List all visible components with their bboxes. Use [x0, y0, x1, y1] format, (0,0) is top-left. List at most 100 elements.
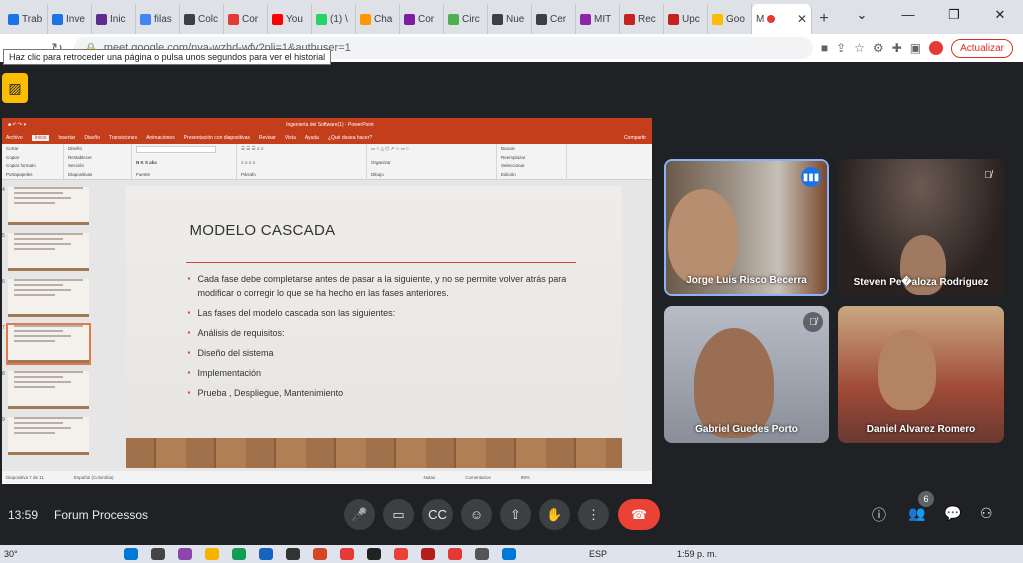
slide-thumbnail[interactable]: 6	[2, 279, 89, 317]
leave-call-button[interactable]: ☎	[618, 499, 660, 530]
activities-icon[interactable]: ⚇	[980, 505, 993, 522]
ppt-menu-item[interactable]: Archivo	[6, 135, 23, 141]
system-clock[interactable]: 1:59 p. m.	[677, 549, 717, 559]
mic-button[interactable]: 🎤	[344, 499, 375, 530]
app-icon[interactable]	[367, 548, 381, 560]
browser-tab[interactable]: Cor	[400, 4, 444, 34]
ppt-menu-item[interactable]: Insertar	[58, 135, 75, 141]
browser-tab[interactable]: Nue	[488, 4, 532, 34]
restore-icon[interactable]: ❐	[931, 0, 977, 30]
ribbon-replace[interactable]: Reemplazar	[501, 155, 562, 160]
start-icon[interactable]	[124, 548, 138, 560]
chrome-icon[interactable]	[394, 548, 408, 560]
active-tab[interactable]: M ✕	[752, 4, 812, 34]
puzzle-icon[interactable]: ✚	[892, 41, 902, 55]
participant-tile[interactable]: 🎙̸ Steven Pe�aloza Rodriguez	[838, 159, 1004, 296]
shapes-gallery[interactable]: ▭ ○ △ ⬠ ↗ ☆ ▭ ○	[371, 146, 492, 152]
slide-thumbnail[interactable]: 4	[2, 187, 89, 225]
ribbon-select[interactable]: Seleccionar	[501, 163, 562, 168]
slide-thumbnail[interactable]: 7	[2, 323, 91, 365]
close-tab-icon[interactable]: ✕	[797, 12, 807, 26]
ppt-menu-item[interactable]: Animaciones	[146, 135, 175, 141]
browser-tab[interactable]: (1) \	[312, 4, 356, 34]
ribbon-layout[interactable]: Diseño	[68, 146, 127, 151]
camera-off-icon[interactable]: ▨	[2, 73, 28, 103]
comments-button[interactable]: Comentarios	[465, 475, 491, 480]
ppt-menu-item[interactable]: ¿Qué desea hacer?	[328, 135, 372, 141]
weather-widget[interactable]: 30°	[4, 549, 124, 559]
browser-tab[interactable]: Upc	[664, 4, 708, 34]
captions-button[interactable]: CC	[422, 499, 453, 530]
participant-tile[interactable]: ▮▮▮ Jorge Luis Risco Becerra	[664, 159, 829, 296]
ppt-share-button[interactable]: Compartir	[624, 135, 646, 141]
browser-tab[interactable]: Circ	[444, 4, 488, 34]
share-page-icon[interactable]: ⇪	[836, 41, 846, 55]
slide-thumbnail[interactable]: 9	[2, 417, 89, 455]
current-slide[interactable]: MODELO CASCADA Cada fase debe completars…	[125, 186, 622, 468]
ppt-menu-item[interactable]: Vista	[285, 135, 296, 141]
browser-tab[interactable]: Cer	[532, 4, 576, 34]
app-icon[interactable]	[421, 548, 435, 560]
zoom-level[interactable]: 99%	[521, 475, 530, 480]
meeting-info-icon[interactable]: ⓘ	[872, 505, 886, 525]
browser-tab[interactable]: You	[268, 4, 312, 34]
ribbon-find[interactable]: Buscar	[501, 146, 562, 151]
present-button[interactable]: ⇧	[500, 499, 531, 530]
browser-tab[interactable]: Inic	[92, 4, 136, 34]
chat-icon[interactable]: 💬	[944, 505, 961, 522]
slide-thumbnail[interactable]: 5	[2, 233, 89, 271]
search-icon[interactable]	[151, 548, 165, 560]
browser-tab[interactable]: Cha	[356, 4, 400, 34]
language-indicator[interactable]: ESP	[589, 549, 607, 559]
camera-button[interactable]: ▭	[383, 499, 414, 530]
app-icon[interactable]	[448, 548, 462, 560]
browser-tab[interactable]: Goo	[708, 4, 752, 34]
bookmark-star-icon[interactable]: ☆	[854, 41, 865, 55]
browser-tab[interactable]: Cor	[224, 4, 268, 34]
participant-tile[interactable]: Daniel Alvarez Romero	[838, 306, 1004, 443]
browser-tab[interactable]: Colc	[180, 4, 224, 34]
ppt-menu-item[interactable]: Inicio	[31, 134, 50, 141]
ribbon-section[interactable]: Sección	[68, 163, 127, 168]
font-selector[interactable]	[136, 146, 216, 153]
emoji-button[interactable]: ☺	[461, 499, 492, 530]
app-icon[interactable]	[340, 548, 354, 560]
tab-search-icon[interactable]: ⌄	[839, 0, 885, 30]
browser-tab[interactable]: Rec	[620, 4, 664, 34]
ribbon-reset[interactable]: Restablecer	[68, 155, 127, 160]
app-icon[interactable]	[178, 548, 192, 560]
new-tab-button[interactable]: +	[812, 4, 836, 34]
font-format-icons[interactable]: N K S abc	[136, 160, 232, 165]
participant-tile[interactable]: 🎙̸ Gabriel Guedes Porto	[664, 306, 829, 443]
app-icon[interactable]	[286, 548, 300, 560]
paragraph-icons[interactable]: ☰ ☰ ☰ ≡ ≡	[241, 146, 362, 152]
ppt-menu-item[interactable]: Ayuda	[305, 135, 319, 141]
sidepanel-icon[interactable]: ▣	[910, 41, 921, 55]
update-button[interactable]: Actualizar	[951, 38, 1013, 58]
ppt-menu-item[interactable]: Diseño	[84, 135, 100, 141]
app-icon[interactable]	[475, 548, 489, 560]
ppt-menu-item[interactable]: Presentación con diapositivas	[184, 135, 250, 141]
ppt-menu-item[interactable]: Revisar	[259, 135, 276, 141]
notes-button[interactable]: Notas	[423, 475, 435, 480]
browser-tab[interactable]: Inve	[48, 4, 92, 34]
app-icon[interactable]	[232, 548, 246, 560]
ribbon-copy[interactable]: Copiar	[6, 155, 59, 160]
profile-avatar[interactable]	[929, 41, 944, 55]
close-window-icon[interactable]: ✕	[977, 0, 1023, 30]
ribbon-cut[interactable]: Cortar	[6, 146, 59, 151]
browser-tab[interactable]: filas	[136, 4, 180, 34]
more-options-button[interactable]: ⋮	[578, 499, 609, 530]
powerpoint-icon[interactable]	[313, 548, 327, 560]
minimize-icon[interactable]: —	[885, 0, 931, 30]
people-icon[interactable]: 👥	[908, 505, 925, 522]
extension-icon[interactable]: ⚙	[873, 41, 884, 55]
app-icon[interactable]	[259, 548, 273, 560]
browser-tab[interactable]: Trab	[4, 4, 48, 34]
folder-icon[interactable]	[205, 548, 219, 560]
slide-thumbnail[interactable]: 8	[2, 371, 89, 409]
camera-blocked-icon[interactable]: ■	[821, 41, 828, 55]
app-icon[interactable]	[502, 548, 516, 560]
raise-hand-button[interactable]: ✋	[539, 499, 570, 530]
ribbon-format-painter[interactable]: Copiar formato	[6, 163, 59, 168]
